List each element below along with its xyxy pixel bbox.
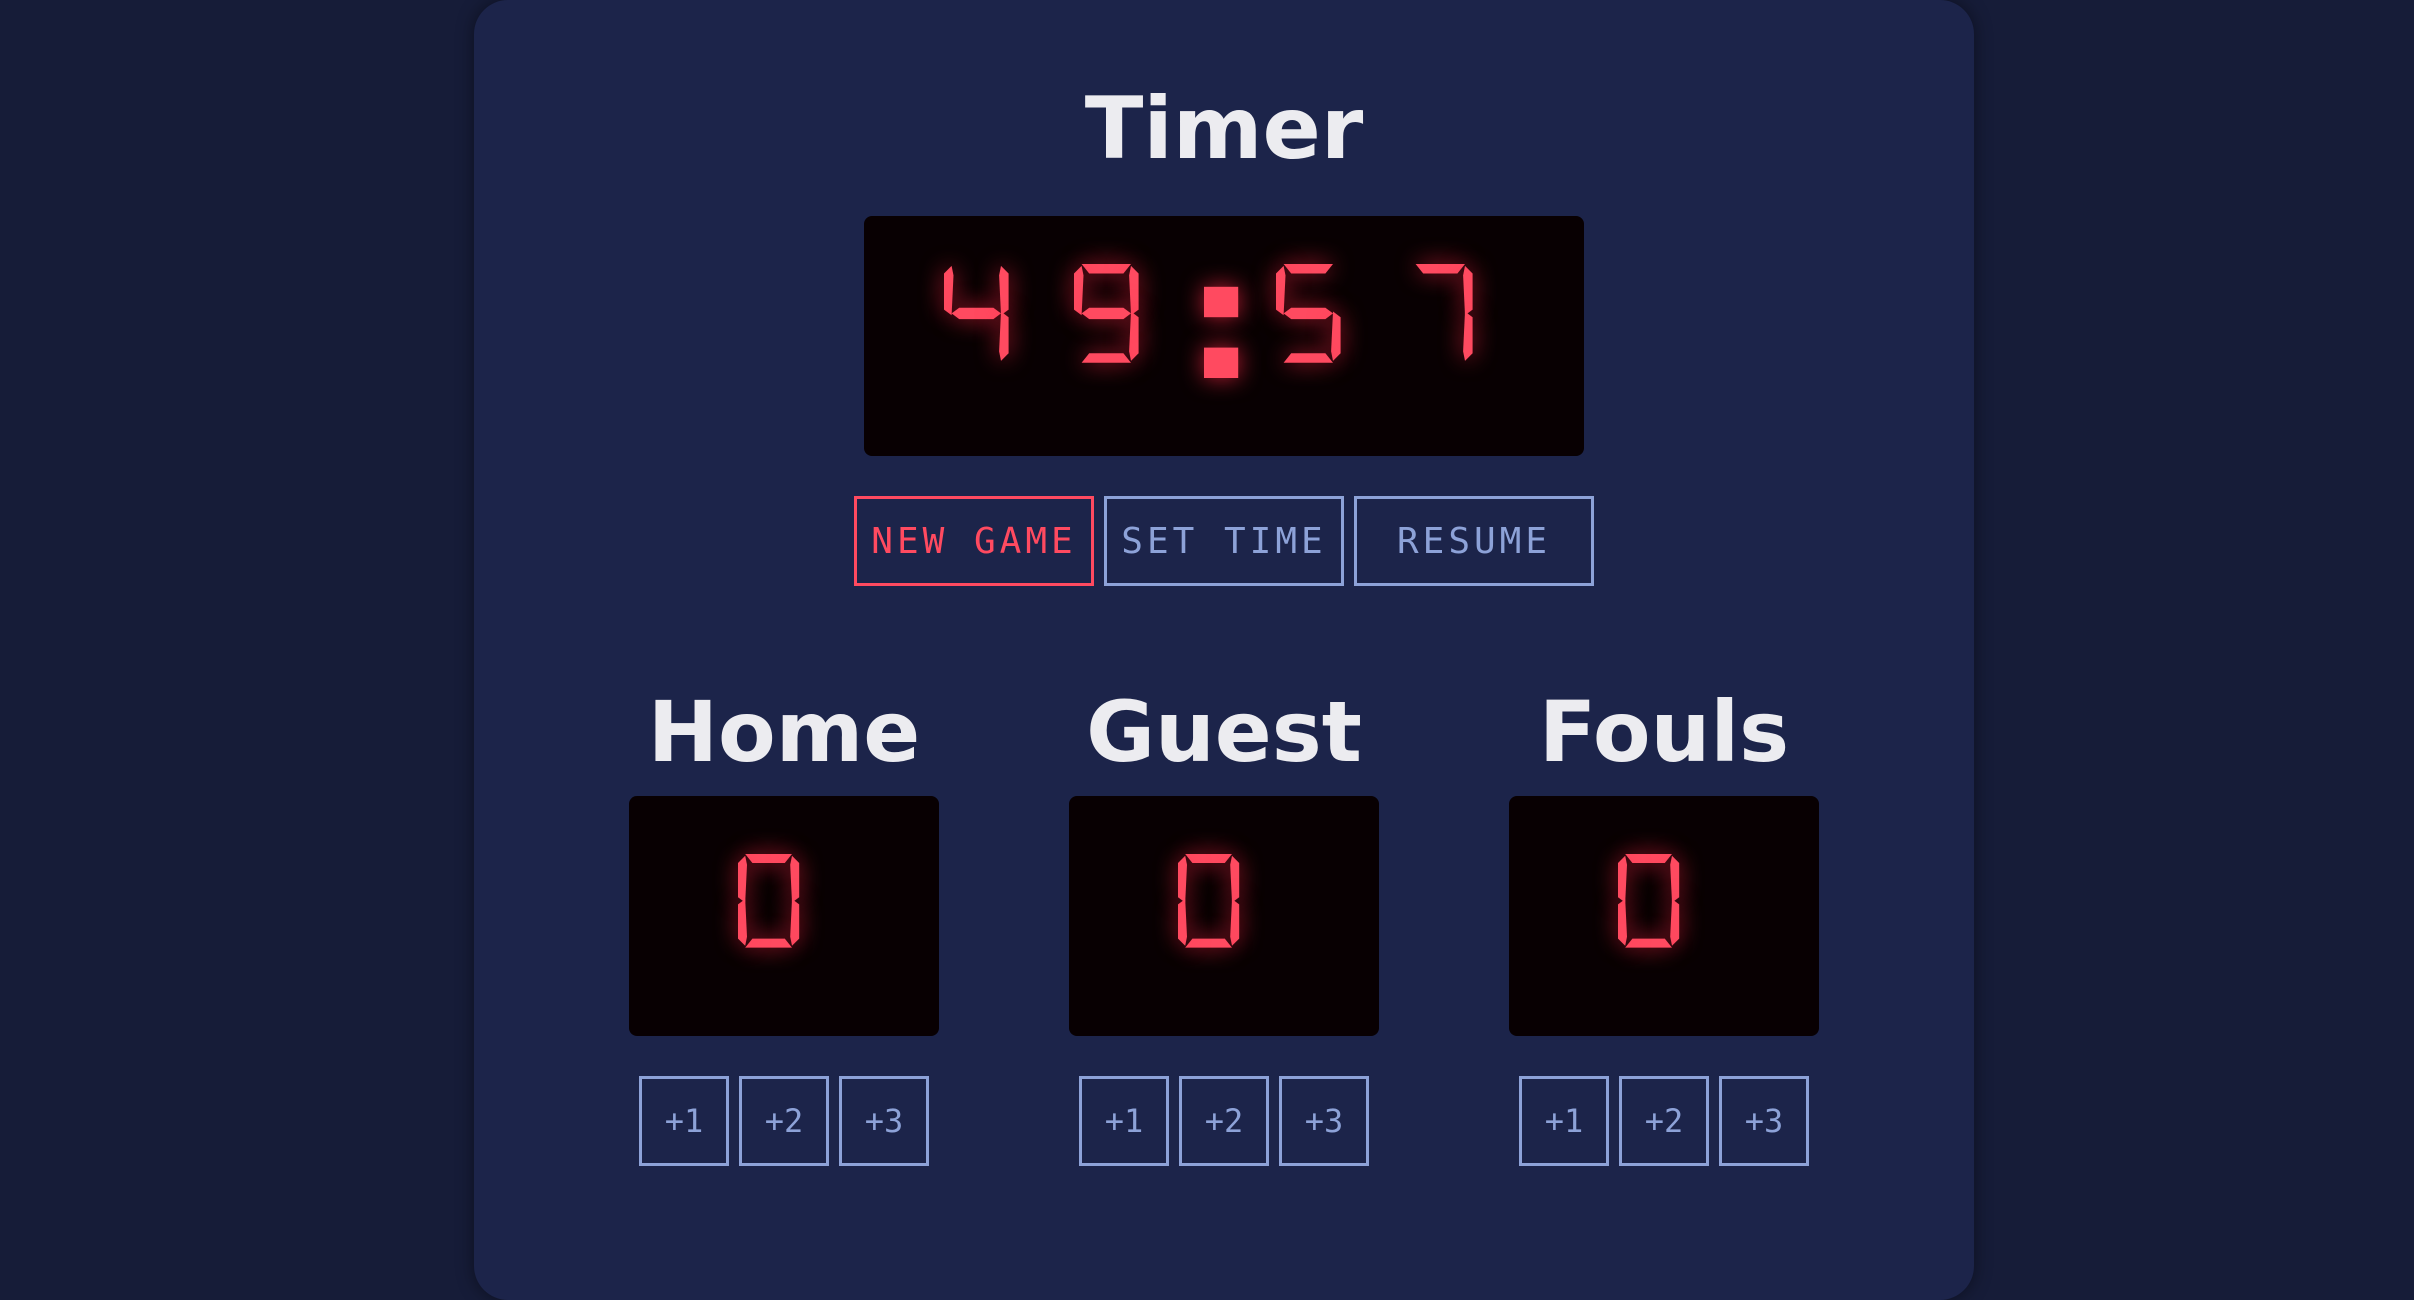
home-score-digit-segment-e bbox=[738, 899, 747, 946]
timer-digit-2-segment-c bbox=[1129, 311, 1139, 361]
home-plus-1-button[interactable]: +1 bbox=[639, 1076, 729, 1166]
timer-digit-2-segment-g bbox=[1081, 307, 1131, 320]
home-score-digit-segment-a bbox=[745, 854, 792, 863]
guest-score-digit bbox=[1178, 854, 1240, 948]
timer-digit-4-segment-b bbox=[1463, 265, 1473, 316]
timer-digit-1-segment-g bbox=[951, 307, 1001, 320]
guest-score-digit-segment-d bbox=[1185, 938, 1232, 948]
timer-digit-4-segment-c bbox=[1463, 311, 1473, 361]
guest-plus-2-button[interactable]: +2 bbox=[1179, 1076, 1269, 1166]
fouls-digit-segment-f bbox=[1618, 855, 1627, 903]
new-game-button[interactable]: NEW GAME bbox=[854, 496, 1094, 586]
fouls-digit-segment-b bbox=[1670, 855, 1680, 903]
guest-plus-1-button[interactable]: +1 bbox=[1079, 1076, 1169, 1166]
timer-digits bbox=[944, 264, 1473, 378]
timer-digit-2-segment-b bbox=[1129, 265, 1139, 316]
home-score-digit-segment-f bbox=[738, 855, 747, 903]
fouls-digit-segment-c bbox=[1670, 899, 1680, 946]
guest-plus-3-button[interactable]: +3 bbox=[1279, 1076, 1369, 1166]
fouls-digit-segment-e bbox=[1618, 899, 1627, 946]
guest-title: Guest bbox=[1086, 683, 1362, 781]
fouls-digit-segment-d bbox=[1625, 938, 1672, 948]
timer-digit-2-segment-d bbox=[1081, 353, 1131, 363]
fouls-plus-2-button[interactable]: +2 bbox=[1619, 1076, 1709, 1166]
timer-digit-1-segment-b bbox=[999, 265, 1009, 316]
timer-digit-3-segment-c bbox=[1331, 311, 1341, 361]
home-title: Home bbox=[647, 683, 921, 781]
guest-score-digit-segment-f bbox=[1178, 855, 1187, 903]
fouls-digit bbox=[1618, 854, 1680, 948]
home-score-display bbox=[629, 796, 939, 1036]
fouls-plus-1-button[interactable]: +1 bbox=[1519, 1076, 1609, 1166]
timer-display bbox=[864, 216, 1584, 456]
timer-digit-3 bbox=[1276, 264, 1341, 363]
guest-score-digit-segment-c bbox=[1230, 899, 1240, 946]
home-score-digit-segment-c bbox=[790, 899, 800, 946]
fouls-display bbox=[1509, 796, 1819, 1036]
home-score-digit-segment-d bbox=[745, 938, 792, 948]
timer-digit-2 bbox=[1074, 264, 1139, 363]
timer-digit-3-segment-f bbox=[1276, 265, 1286, 316]
timer-digit-2-segment-a bbox=[1081, 264, 1131, 274]
timer-digit-1 bbox=[944, 265, 1009, 361]
timer-digit-4 bbox=[1415, 264, 1473, 361]
timer-digit-3-segment-g bbox=[1283, 307, 1333, 320]
timer-digit-1-segment-f bbox=[944, 265, 954, 316]
home-score-digit-segment-b bbox=[790, 855, 800, 903]
timer-title: Timer bbox=[1084, 79, 1364, 179]
timer-digit-2-segment-f bbox=[1074, 265, 1084, 316]
fouls-digit-segment-a bbox=[1625, 854, 1672, 863]
timer-digit-3-segment-a bbox=[1283, 264, 1333, 274]
guest-score-digit-segment-e bbox=[1178, 899, 1187, 946]
timer-digit-1-segment-c bbox=[999, 311, 1009, 361]
home-plus-2-button[interactable]: +2 bbox=[739, 1076, 829, 1166]
set-time-button[interactable]: SET TIME bbox=[1104, 496, 1344, 586]
fouls-title: Fouls bbox=[1538, 683, 1790, 781]
guest-score-digit-segment-a bbox=[1185, 854, 1232, 863]
timer-digit-3-segment-d bbox=[1283, 353, 1333, 363]
home-score-digit bbox=[738, 854, 800, 948]
resume-button[interactable]: RESUME bbox=[1354, 496, 1594, 586]
timer-digit-4-segment-a bbox=[1415, 264, 1465, 274]
timer-colon bbox=[1204, 286, 1239, 378]
guest-score-digit-segment-b bbox=[1230, 855, 1240, 903]
fouls-plus-3-button[interactable]: +3 bbox=[1719, 1076, 1809, 1166]
scoreboard-panel: Timer NEW GAME SET TIME RESUME Home +1 +… bbox=[474, 0, 1974, 1300]
guest-score-display bbox=[1069, 796, 1379, 1036]
home-plus-3-button[interactable]: +3 bbox=[839, 1076, 929, 1166]
